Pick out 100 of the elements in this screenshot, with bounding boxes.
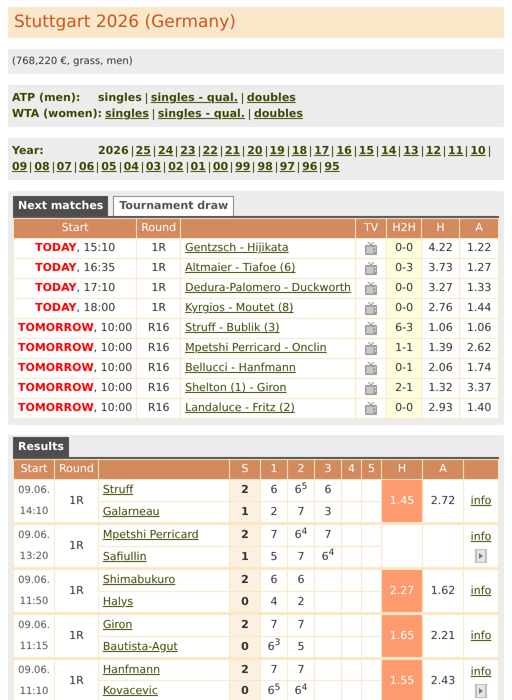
year-link[interactable]: 21 <box>224 143 240 159</box>
player-link[interactable]: Safiullin <box>102 550 147 562</box>
round-cell: R16 <box>136 318 181 338</box>
tv-icon <box>365 362 378 375</box>
year-link[interactable]: 97 <box>280 159 296 175</box>
tv-icon <box>365 302 378 315</box>
year-link[interactable]: 23 <box>180 143 196 159</box>
tv-icon <box>365 382 378 395</box>
column-header: Start <box>14 218 137 238</box>
info-link[interactable]: info <box>470 628 492 644</box>
year-link[interactable]: 24 <box>158 143 174 159</box>
year-link[interactable]: 02 <box>168 159 184 175</box>
year-link[interactable]: 01 <box>190 159 206 175</box>
score-text: 3 <box>324 504 332 518</box>
year-link[interactable]: 08 <box>34 159 50 175</box>
category-link[interactable]: singles <box>105 106 149 122</box>
category-label: ATP (men): <box>12 90 82 106</box>
time-text: 11:10 <box>18 685 50 699</box>
start-cell: TOMORROW, 10:00 <box>14 318 137 338</box>
h2h-cell: 0-0 <box>386 238 422 258</box>
info-link[interactable]: info <box>470 582 492 600</box>
year-link[interactable]: 22 <box>202 143 218 159</box>
tv-icon <box>365 342 378 355</box>
category-link[interactable]: singles - qual. <box>158 106 245 122</box>
score-text: 7 <box>298 618 304 631</box>
score-text: 7 <box>270 662 278 676</box>
column-header: 3 <box>314 460 342 480</box>
year-link[interactable]: 19 <box>270 143 285 159</box>
score-text: 6 <box>270 483 278 496</box>
year-link[interactable]: 04 <box>124 159 139 175</box>
sets-cell: 0 <box>230 680 260 700</box>
time-text: 11:15 <box>18 640 50 654</box>
date-text: 09.06. <box>18 529 50 543</box>
score-text: 6$^{4}$ <box>294 684 308 698</box>
start-cell: TOMORROW, 10:00 <box>14 358 137 378</box>
score-text: 7 <box>298 550 304 562</box>
year-link[interactable]: 06 <box>78 159 94 175</box>
year-label: Year: <box>12 143 45 159</box>
round-cell: R16 <box>136 358 181 378</box>
year-link[interactable]: 20 <box>247 143 262 159</box>
round-cell: 1R <box>136 258 181 278</box>
h2h-cell: 2-1 <box>386 378 422 398</box>
category-link[interactable]: doubles <box>246 90 296 106</box>
sets-cell: 2 <box>230 658 260 680</box>
info-link[interactable]: info <box>470 529 492 546</box>
year-link[interactable]: 03 <box>146 159 162 175</box>
start-cell: TOMORROW, 10:00 <box>14 398 137 418</box>
category-label: WTA (women): <box>12 106 104 122</box>
odds-cell: 3.37 <box>460 378 498 398</box>
year-link[interactable]: 14 <box>381 143 396 159</box>
year-link[interactable]: 96 <box>302 159 318 175</box>
year-link[interactable]: 05 <box>101 159 117 175</box>
year-link[interactable]: 00 <box>212 159 228 175</box>
year-link[interactable]: 95 <box>324 159 340 175</box>
year-link[interactable]: 15 <box>358 143 374 159</box>
year-link[interactable]: 12 <box>426 143 441 159</box>
player-link[interactable]: Giron <box>102 618 132 631</box>
odds-cell: 2.06 <box>421 358 460 378</box>
odds-cell: 1.39 <box>421 338 460 358</box>
score-text: 5 <box>298 640 304 652</box>
category-link[interactable]: doubles <box>254 106 303 122</box>
sets-cell: 2 <box>230 480 260 502</box>
h2h-cell: 0-1 <box>386 358 422 378</box>
year-link[interactable]: 10 <box>470 143 486 159</box>
play-icon[interactable] <box>475 548 487 563</box>
year-link[interactable]: 18 <box>292 143 308 159</box>
column-header: 4 <box>342 460 362 480</box>
odds-cell: 1.55 <box>382 658 422 700</box>
round-cell: 1R <box>136 298 181 318</box>
h2h-cell: 0-0 <box>386 398 422 418</box>
play-icon[interactable] <box>475 684 487 698</box>
category-link[interactable]: singles <box>98 90 142 106</box>
year-link[interactable]: 11 <box>448 143 464 159</box>
year-link[interactable]: 99 <box>235 159 250 175</box>
date-text: 09.06. <box>18 619 50 633</box>
category-link[interactable]: singles - qual. <box>150 90 238 106</box>
year-link[interactable]: 17 <box>314 143 330 159</box>
year-link[interactable]: 98 <box>257 159 273 175</box>
tv-icon <box>365 282 378 295</box>
column-header: Start <box>14 460 54 480</box>
score-text: 7 <box>270 528 278 541</box>
tv-icon <box>365 242 378 255</box>
year-link[interactable]: 2026 <box>98 143 129 159</box>
year-link[interactable]: 07 <box>56 159 72 175</box>
year-link[interactable]: 13 <box>403 143 419 159</box>
score-text: 6 <box>324 483 332 496</box>
time-text: 13:20 <box>18 550 50 564</box>
tab[interactable]: Next matches <box>13 196 108 216</box>
info-link[interactable]: info <box>470 492 492 510</box>
year-link[interactable]: 09 <box>12 159 28 175</box>
player-link[interactable]: Struff <box>102 483 134 496</box>
tab[interactable]: Tournament draw <box>113 196 234 216</box>
h2h-cell: 1-1 <box>386 338 422 358</box>
score-text: 6$^{3}$ <box>268 640 280 652</box>
year-link[interactable]: 16 <box>336 143 352 159</box>
year-link[interactable]: 25 <box>136 143 151 159</box>
sets-cell: 2 <box>230 568 260 591</box>
info-link[interactable]: info <box>470 664 492 681</box>
player-link[interactable]: Halys <box>102 594 134 608</box>
odds-cell: 3.27 <box>421 278 460 298</box>
